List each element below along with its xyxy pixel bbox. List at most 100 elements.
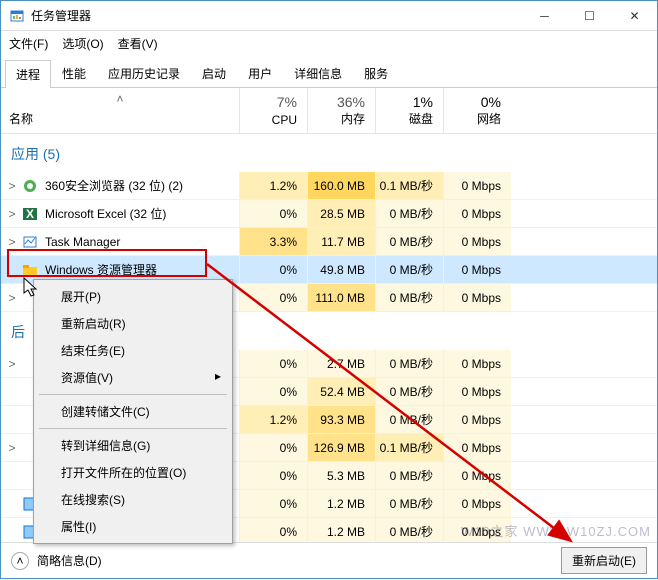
tab-6[interactable]: 服务 [353,59,399,87]
cell-mem: 49.8 MB [307,256,375,283]
restart-button[interactable]: 重新启动(E) [561,547,647,574]
menu-item[interactable]: 重新启动(R) [37,310,229,337]
group-header: 应用 (5) [1,134,657,172]
column-network[interactable]: 0% 网络 [443,88,511,133]
tab-1[interactable]: 性能 [51,59,97,87]
cell-cpu: 1.2% [239,406,307,433]
cell-net: 0 Mbps [443,518,511,545]
sort-indicator-icon: ˄ [116,92,123,106]
cell-mem: 28.5 MB [307,200,375,227]
process-name: Task Manager [45,235,239,249]
cell-mem: 1.2 MB [307,490,375,517]
cell-net: 0 Mbps [443,378,511,405]
cell-disk: 0.1 MB/秒 [375,172,443,199]
cell-disk: 0 MB/秒 [375,406,443,433]
expand-icon[interactable]: > [3,207,21,221]
column-headers: ˄ 名称 7% CPU 36% 内存 1% 磁盘 0% 网络 [1,88,657,134]
cell-mem: 5.3 MB [307,462,375,489]
tab-3[interactable]: 启动 [191,59,237,87]
cell-net: 0 Mbps [443,462,511,489]
menu-separator [39,394,227,395]
fewer-details-link[interactable]: 简略信息(D) [37,552,102,569]
menu-item[interactable]: 创建转储文件(C) [37,398,229,425]
cell-net: 0 Mbps [443,406,511,433]
cell-cpu: 0% [239,284,307,311]
cell-cpu: 0% [239,462,307,489]
menu-separator [39,428,227,429]
window-title: 任务管理器 [31,7,91,24]
menu-item[interactable]: 属性(I) [37,513,229,540]
tab-5[interactable]: 详细信息 [283,59,353,87]
cell-net: 0 Mbps [443,284,511,311]
column-disk[interactable]: 1% 磁盘 [375,88,443,133]
menu-item[interactable]: 展开(P) [37,283,229,310]
cell-disk: 0 MB/秒 [375,518,443,545]
column-memory[interactable]: 36% 内存 [307,88,375,133]
excel-icon: X [21,206,39,222]
cell-cpu: 1.2% [239,172,307,199]
expand-icon[interactable]: > [3,291,21,305]
cell-cpu: 0% [239,434,307,461]
cell-mem: 93.3 MB [307,406,375,433]
tab-0[interactable]: 进程 [5,60,51,88]
menu-file[interactable]: 文件(F) [9,35,48,52]
cell-cpu: 0% [239,378,307,405]
footer-bar: ˄ 简略信息(D) 重新启动(E) [1,542,657,578]
cell-cpu: 0% [239,200,307,227]
menu-bar: 文件(F) 选项(O) 查看(V) [1,31,657,55]
cell-net: 0 Mbps [443,228,511,255]
svg-text:X: X [26,207,34,221]
cell-net: 0 Mbps [443,490,511,517]
cell-disk: 0 MB/秒 [375,200,443,227]
menu-item[interactable]: 结束任务(E) [37,337,229,364]
cell-net: 0 Mbps [443,172,511,199]
title-bar: 任务管理器 ─ ☐ ✕ [1,1,657,31]
cell-mem: 52.4 MB [307,378,375,405]
tab-4[interactable]: 用户 [237,59,283,87]
cell-mem: 160.0 MB [307,172,375,199]
menu-item[interactable]: 转到详细信息(G) [37,432,229,459]
cell-disk: 0 MB/秒 [375,284,443,311]
cell-cpu: 0% [239,518,307,545]
cell-cpu: 0% [239,350,307,377]
cell-net: 0 Mbps [443,200,511,227]
cell-disk: 0 MB/秒 [375,378,443,405]
expand-icon[interactable]: > [3,357,21,371]
table-row[interactable]: >XMicrosoft Excel (32 位)0%28.5 MB0 MB/秒0… [1,200,657,228]
column-cpu[interactable]: 7% CPU [239,88,307,133]
cell-mem: 1.2 MB [307,518,375,545]
column-name[interactable]: ˄ 名称 [1,88,239,133]
minimize-button[interactable]: ─ [522,1,567,31]
cell-mem: 111.0 MB [307,284,375,311]
process-name: Windows 资源管理器 [45,261,239,278]
process-name: 360安全浏览器 (32 位) (2) [45,177,239,194]
tab-strip: 进程性能应用历史记录启动用户详细信息服务 [1,55,657,88]
context-menu: 展开(P)重新启动(R)结束任务(E)资源值(V)▸ 创建转储文件(C) 转到详细信… [33,279,233,544]
expand-icon[interactable]: > [3,235,21,249]
cell-net: 0 Mbps [443,256,511,283]
menu-options[interactable]: 选项(O) [62,35,103,52]
table-row[interactable]: >Task Manager3.3%11.7 MB0 MB/秒0 Mbps [1,228,657,256]
menu-item[interactable]: 打开文件所在的位置(O) [37,459,229,486]
submenu-arrow-icon: ▸ [215,369,221,383]
cell-disk: 0.1 MB/秒 [375,434,443,461]
menu-item[interactable]: 在线搜索(S) [37,486,229,513]
cell-mem: 126.9 MB [307,434,375,461]
cell-net: 0 Mbps [443,350,511,377]
explorer-icon [21,262,39,278]
expand-icon[interactable]: > [3,441,21,455]
expand-icon[interactable]: > [3,179,21,193]
cell-disk: 0 MB/秒 [375,462,443,489]
cell-disk: 0 MB/秒 [375,350,443,377]
table-row[interactable]: >360安全浏览器 (32 位) (2)1.2%160.0 MB0.1 MB/秒… [1,172,657,200]
cell-mem: 11.7 MB [307,228,375,255]
cell-mem: 2.7 MB [307,350,375,377]
tab-2[interactable]: 应用历史记录 [97,59,191,87]
menu-item[interactable]: 资源值(V)▸ [37,364,229,391]
chevron-up-icon[interactable]: ˄ [11,552,29,570]
menu-view[interactable]: 查看(V) [118,35,158,52]
cell-disk: 0 MB/秒 [375,490,443,517]
cell-net: 0 Mbps [443,434,511,461]
maximize-button[interactable]: ☐ [567,1,612,31]
close-button[interactable]: ✕ [612,1,657,31]
